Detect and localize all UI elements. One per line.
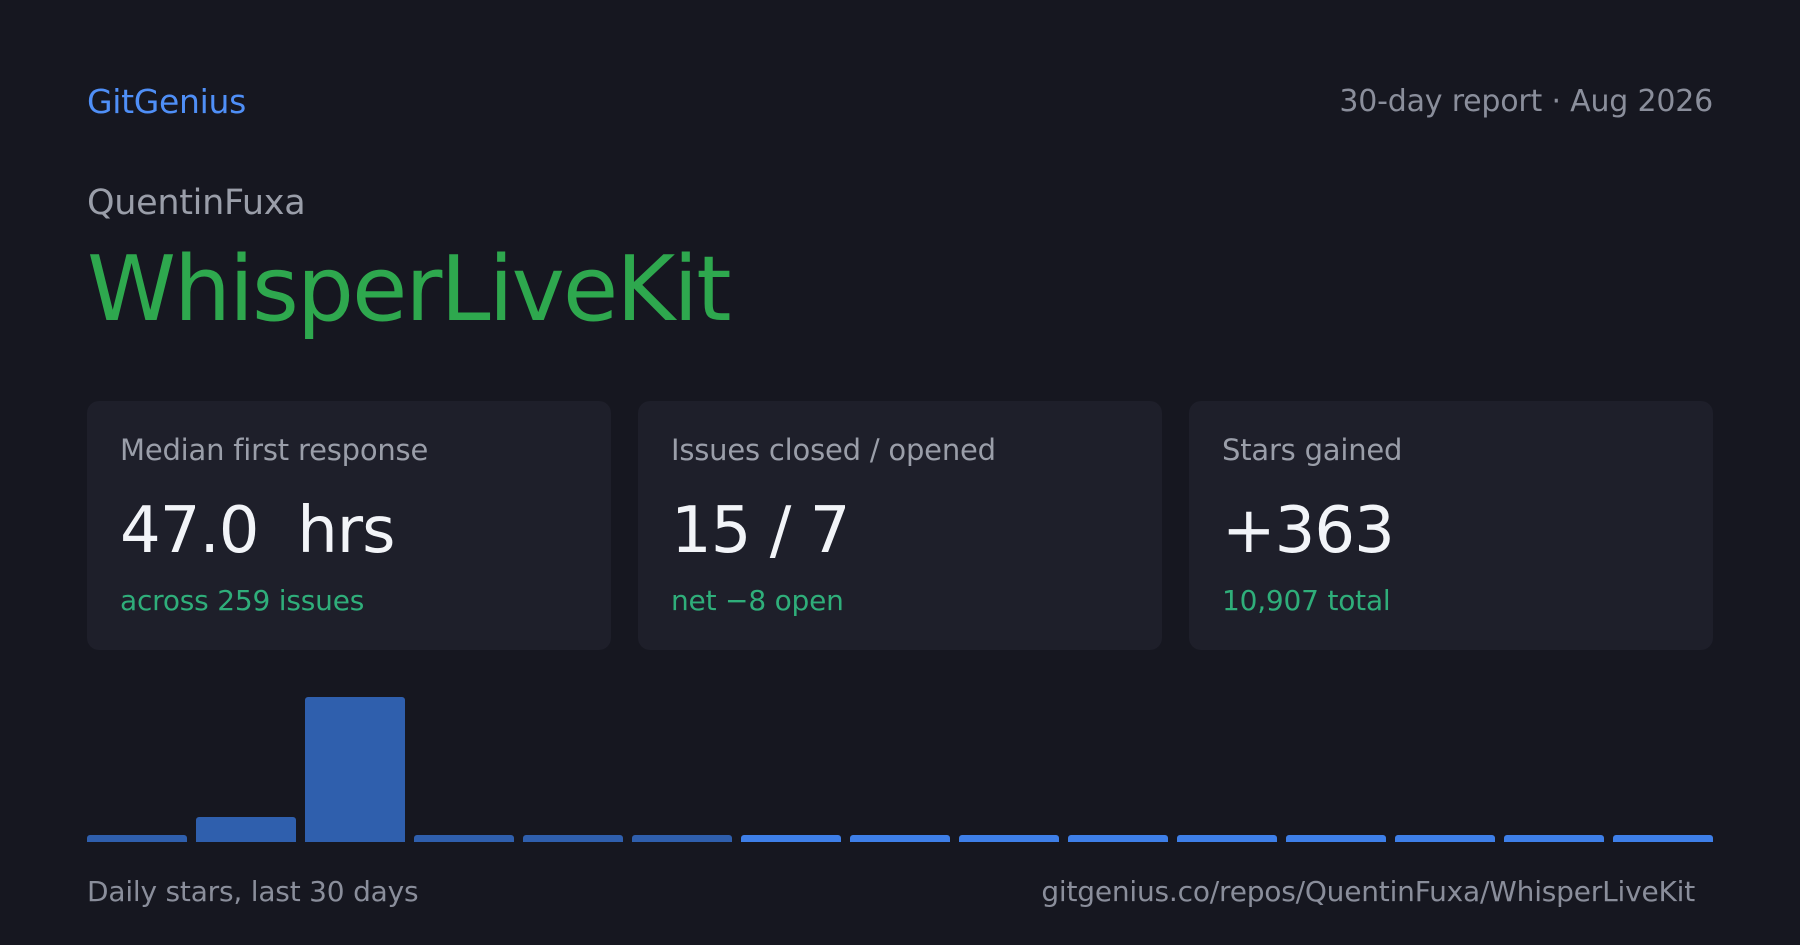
chart-bar-12: [1286, 835, 1386, 842]
repo-name-title[interactable]: WhisperLiveKit: [87, 240, 732, 340]
daily-stars-chart: [87, 680, 1713, 842]
chart-bar-1: [87, 835, 187, 842]
chart-bar-2: [196, 817, 296, 842]
top-bar: GitGenius 30-day report · Aug 2026: [87, 82, 1713, 122]
card-subtext: 10,907 total: [1222, 584, 1391, 617]
chart-bar-14: [1504, 835, 1604, 842]
chart-bar-15: [1613, 835, 1713, 842]
card-median-first-response: Median first response 47.0 hrs across 25…: [87, 401, 611, 650]
card-label: Stars gained: [1222, 433, 1403, 467]
card-value: 15 / 7: [671, 494, 850, 568]
footer: Daily stars, last 30 days gitgenius.co/r…: [87, 872, 1713, 912]
chart-bar-9: [959, 835, 1059, 842]
repo-url-link[interactable]: gitgenius.co/repos/QuentinFuxa/WhisperLi…: [1041, 872, 1695, 912]
brand-logo-text[interactable]: GitGenius: [87, 82, 246, 122]
stat-cards: Median first response 47.0 hrs across 25…: [87, 401, 1713, 650]
chart-bar-13: [1395, 835, 1495, 842]
chart-caption: Daily stars, last 30 days: [87, 875, 419, 908]
chart-bar-5: [523, 835, 623, 842]
daily-stars-bars: [87, 697, 1713, 842]
chart-bar-3: [305, 697, 405, 842]
card-label: Issues closed / opened: [671, 433, 996, 467]
report-page: GitGenius 30-day report · Aug 2026 Quent…: [87, 0, 1713, 945]
chart-bar-8: [850, 835, 950, 842]
chart-bar-4: [414, 835, 514, 842]
report-period-label: 30-day report · Aug 2026: [1339, 84, 1713, 119]
chart-bar-6: [632, 835, 732, 842]
chart-bar-7: [741, 835, 841, 842]
card-subtext: across 259 issues: [120, 584, 365, 617]
card-issues-closed-opened: Issues closed / opened 15 / 7 net −8 ope…: [638, 401, 1162, 650]
card-stars-gained: Stars gained +363 10,907 total: [1189, 401, 1713, 650]
chart-bar-10: [1068, 835, 1168, 842]
card-subtext: net −8 open: [671, 584, 844, 617]
card-value: +363: [1222, 494, 1395, 568]
card-label: Median first response: [120, 433, 429, 467]
chart-bar-11: [1177, 835, 1277, 842]
card-value: 47.0 hrs: [120, 494, 395, 568]
repo-owner[interactable]: QuentinFuxa: [87, 182, 306, 224]
